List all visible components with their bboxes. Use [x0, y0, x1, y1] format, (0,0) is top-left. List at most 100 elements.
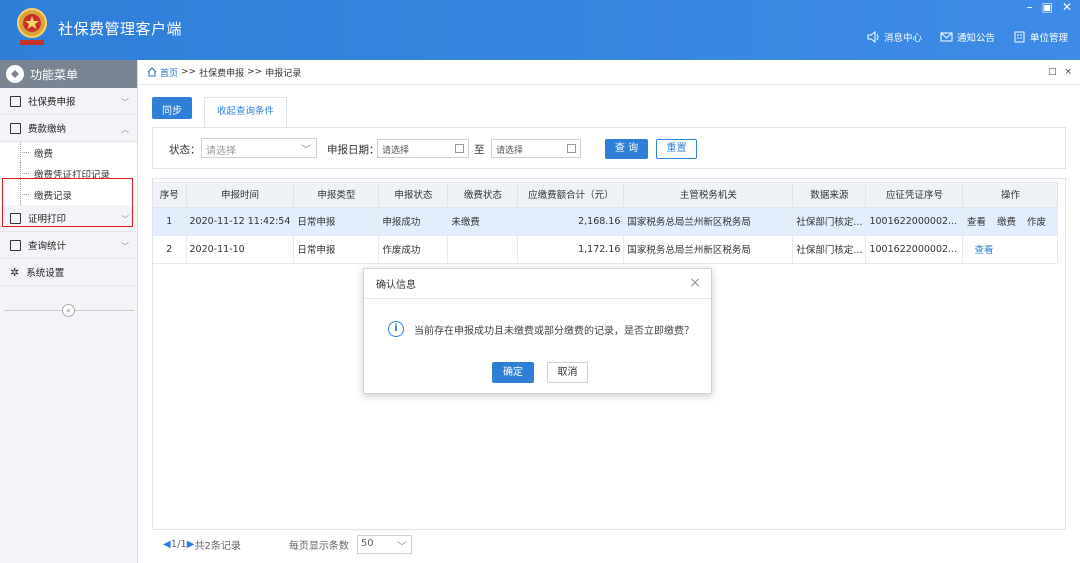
col-voucher: 应征凭证序号: [865, 182, 964, 208]
collapse-sidebar-button[interactable]: «: [62, 304, 75, 317]
date-from-input[interactable]: 请选择: [377, 139, 469, 158]
reset-button[interactable]: 重置: [656, 139, 697, 159]
date-to-input[interactable]: 请选择: [491, 139, 581, 158]
view-link[interactable]: 查看: [967, 217, 986, 228]
sidebar-item-label: 证明打印: [28, 214, 67, 225]
table-row[interactable]: 1 2020-11-12 11:42:54 日常申报 申报成功 未缴费 2,16…: [153, 207, 1059, 236]
page-indicator: 1/1: [170, 539, 187, 550]
chevron-up-icon: ︿: [121, 125, 129, 134]
calendar-icon: [455, 144, 464, 153]
unit-management-link[interactable]: 单位管理: [1013, 30, 1068, 44]
table-header-row: 序号 申报时间 申报类型 申报状态 缴费状态 应缴费额合计（元） 主管税务机关 …: [153, 182, 1059, 208]
pay-link[interactable]: 缴费: [997, 217, 1016, 228]
collapse-filter-tab[interactable]: 收起查询条件: [204, 97, 288, 127]
dialog-title: 确认信息: [364, 269, 711, 299]
chevron-down-icon: ﹀: [121, 215, 129, 224]
confirm-button[interactable]: 确定: [492, 362, 534, 383]
status-placeholder: 请选择: [206, 146, 236, 157]
sidebar-subitem-voucher-print-records[interactable]: 缴费凭证打印记录: [0, 163, 137, 184]
next-page-button[interactable]: ▶: [187, 539, 195, 550]
cell-operations: 查看 缴费 作废: [962, 207, 1059, 236]
sidebar-item-certificate-print[interactable]: 证明打印 ﹀: [0, 205, 137, 232]
message-center-link[interactable]: 消息中心: [867, 30, 922, 44]
table-row[interactable]: 2 2020-11-10 日常申报 作废成功 1,172.16 国家税务总局兰州…: [153, 235, 1059, 264]
cell-type: 日常申报: [293, 207, 380, 236]
close-icon[interactable]: ×: [689, 275, 701, 291]
date-to-separator: 至: [474, 144, 485, 156]
toolbar: 同步 收起查询条件: [152, 97, 288, 127]
restore-button[interactable]: ▣: [1042, 0, 1053, 14]
cell-voucher: 1001622000002...: [865, 235, 964, 264]
menu-icon: [6, 65, 24, 83]
cell-operations: 查看: [962, 235, 1059, 264]
notice-link[interactable]: 通知公告: [940, 30, 995, 44]
breadcrumb-home[interactable]: 首页: [147, 66, 178, 79]
mail-icon: [940, 32, 953, 42]
sync-button[interactable]: 同步: [152, 97, 192, 119]
app-header: 社保费管理客户端 – ▣ ✕ 消息中心 通知公告 单位管理: [0, 0, 1080, 60]
date-from-placeholder: 请选择: [382, 146, 410, 156]
maximize-tab-button[interactable]: □: [1048, 67, 1057, 77]
breadcrumb-home-label: 首页: [160, 68, 179, 79]
date-label: 申报日期：: [327, 144, 380, 156]
gear-icon: ✲: [10, 265, 20, 279]
col-authority: 主管税务机关: [623, 182, 794, 208]
cell-pay-status: [447, 235, 519, 264]
status-select[interactable]: 请选择 ﹀: [201, 138, 317, 158]
status-label: 状态：: [169, 144, 201, 156]
sidebar-item-payment[interactable]: 费款缴纳 ︿: [0, 115, 137, 142]
sidebar-header: 功能菜单: [0, 60, 137, 88]
document-icon: [10, 212, 21, 224]
info-icon: i: [388, 321, 404, 337]
view-link[interactable]: 查看: [974, 245, 993, 256]
sidebar-title: 功能菜单: [30, 67, 79, 82]
cell-no: 2: [153, 235, 187, 264]
sidebar-item-query-statistics[interactable]: 查询统计 ﹀: [0, 232, 137, 259]
query-button[interactable]: 查 询: [605, 139, 648, 159]
cell-amount: 2,168.16: [517, 207, 625, 236]
cell-amount: 1,172.16: [517, 235, 625, 264]
breadcrumb-level1[interactable]: 社保费申报: [199, 66, 244, 79]
cell-no: 1: [153, 207, 187, 236]
chevron-down-icon: ﹀: [301, 145, 311, 156]
cell-type: 日常申报: [293, 235, 380, 264]
cell-source: 社保部门核定...: [792, 207, 867, 236]
close-button[interactable]: ✕: [1062, 0, 1072, 14]
sidebar-item-label: 系统设置: [26, 268, 65, 279]
filter-panel: 状态： 请选择 ﹀ 申报日期： 请选择 至 请选择 查 询 重置: [152, 127, 1066, 169]
cell-source: 社保部门核定...: [792, 235, 867, 264]
close-tab-button[interactable]: ×: [1064, 67, 1072, 77]
sidebar: 功能菜单 社保费申报 ﹀ 费款缴纳 ︿ 缴费 缴费凭证打印记录 缴费记录 证明打…: [0, 60, 138, 563]
speaker-icon: [867, 31, 879, 43]
unit-management-label: 单位管理: [1029, 33, 1068, 44]
sidebar-subitem-pay[interactable]: 缴费: [0, 142, 137, 163]
sidebar-item-system-settings[interactable]: ✲ 系统设置: [0, 259, 137, 286]
calendar-icon: [567, 144, 576, 153]
bookmark-icon: [10, 122, 21, 134]
sidebar-item-label: 查询统计: [28, 241, 67, 252]
sidebar-subitem-payment-records[interactable]: 缴费记录: [0, 184, 137, 205]
sidebar-item-label: 费款缴纳: [28, 124, 67, 135]
cell-pay-status: 未缴费: [447, 207, 519, 236]
prev-page-button[interactable]: ◀: [163, 539, 171, 550]
cancel-button[interactable]: 取消: [547, 362, 588, 383]
breadcrumb-separator: >>: [247, 67, 263, 77]
col-declare-type: 申报类型: [293, 182, 380, 208]
home-icon: [147, 67, 157, 77]
void-link[interactable]: 作废: [1027, 217, 1046, 228]
tab-controls: □ ×: [1048, 67, 1072, 77]
notice-label: 通知公告: [956, 33, 995, 44]
page-size-select[interactable]: 50 ﹀: [356, 535, 412, 554]
col-operations: 操作: [962, 182, 1059, 208]
breadcrumb-separator: >>: [181, 67, 197, 77]
cell-voucher: 1001622000002...: [865, 207, 964, 236]
sidebar-item-declaration[interactable]: 社保费申报 ﹀: [0, 88, 137, 115]
date-to-placeholder: 请选择: [496, 146, 524, 156]
cell-status: 作废成功: [378, 235, 449, 264]
records-grid: 序号 申报时间 申报类型 申报状态 缴费状态 应缴费额合计（元） 主管税务机关 …: [153, 182, 1059, 264]
sidebar-item-label: 社保费申报: [28, 97, 76, 108]
building-icon: [1014, 31, 1025, 43]
minimize-button[interactable]: –: [1027, 0, 1033, 14]
window-controls: – ▣ ✕: [1027, 0, 1072, 14]
dialog-body: i 当前存在申报成功且未缴费或部分缴费的记录，是否立即缴费？: [388, 321, 694, 337]
